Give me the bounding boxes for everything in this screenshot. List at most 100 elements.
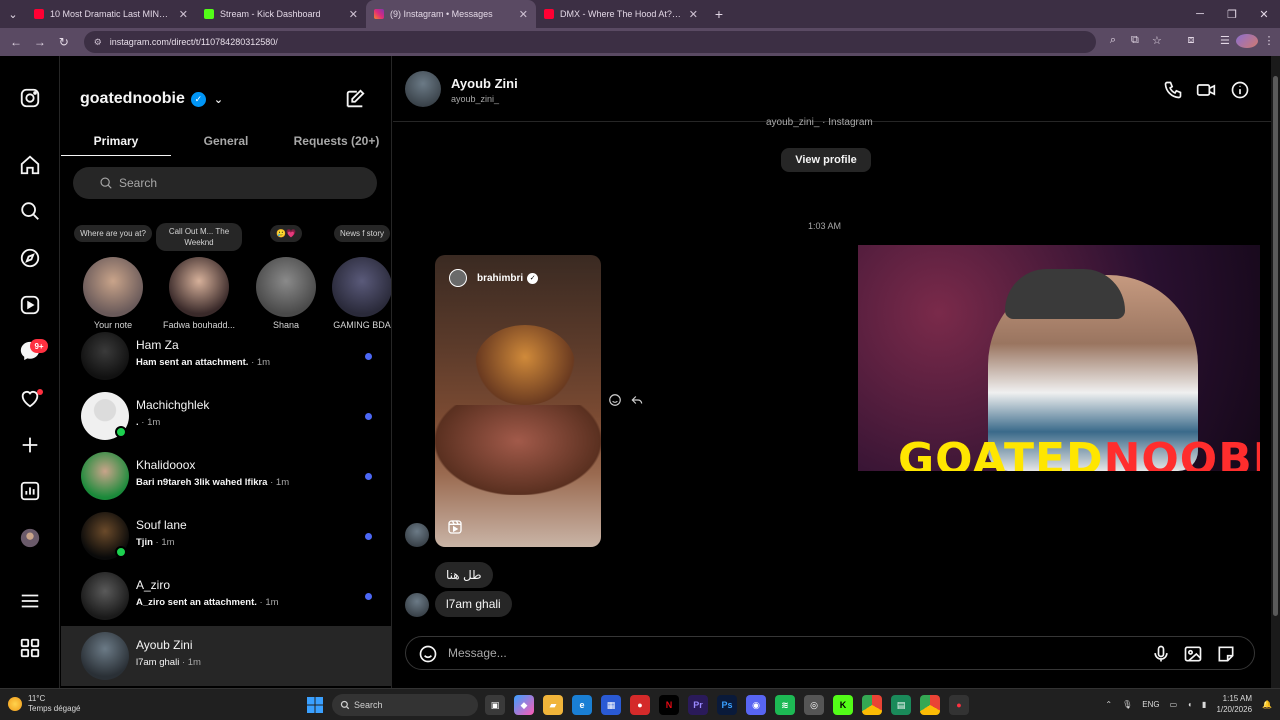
browser-tab-2[interactable]: Stream - Kick Dashboard ✕ [196,0,366,28]
scrollbar-thumb[interactable] [1273,76,1278,616]
chat-name[interactable]: Ayoub Zini [451,76,518,91]
note-item[interactable]: Where are you at? Your note [68,223,158,330]
message-bubble[interactable]: طل هنا [435,562,493,588]
battery-icon[interactable]: ▮ [1202,700,1206,709]
browser-tab-1[interactable]: 10 Most Dramatic Last MINUTE ✕ [26,0,196,28]
emoji-icon[interactable] [418,644,438,664]
mic-tray-icon[interactable]: 🎙 [1122,700,1132,709]
avatar [332,257,391,317]
language-indicator[interactable]: ENG [1142,700,1159,709]
chrome-profile-icon[interactable] [920,695,940,715]
tab-close-icon[interactable]: ✕ [519,8,528,21]
profile-chip[interactable] [1235,33,1258,51]
browser-menu-icon[interactable]: ⋮ [1258,34,1280,51]
reply-icon[interactable] [630,393,644,407]
conversation-row-selected[interactable]: Ayoub Zini l7am ghali · 1m [61,626,391,686]
search-icon[interactable] [18,199,42,223]
photoshop-icon[interactable]: Ps [717,695,737,715]
kick-icon[interactable]: K [833,695,853,715]
tray-chevron-icon[interactable]: ⌃ [1105,700,1112,709]
conversation-name: Ham Za [136,338,179,352]
new-message-icon[interactable] [344,88,366,110]
windows-start-icon[interactable] [307,697,323,713]
notification-bell-icon[interactable]: 🔔 [1262,700,1272,709]
browser-tab-3[interactable]: (9) Instagram • Messages ✕ [366,0,536,28]
spotify-icon[interactable]: ≋ [775,695,795,715]
sheets-icon[interactable]: ▤ [891,695,911,715]
minimize-icon[interactable]: ─ [1184,0,1216,28]
info-icon[interactable] [1230,80,1250,100]
sender-avatar[interactable] [405,523,429,547]
conversation-row[interactable]: Ham Za Ham sent an attachment. · 1m [61,326,391,386]
profile-icon[interactable] [18,526,42,550]
cast-icon[interactable]: ⧉ [1124,34,1146,51]
new-tab-button[interactable]: + [706,6,732,22]
task-view-icon[interactable]: ▣ [485,695,505,715]
account-switcher[interactable]: goatednoobie ✓ ⌄ [80,90,223,108]
site-info-icon[interactable]: ⚙ [94,37,102,48]
instagram-logo-icon[interactable] [18,86,42,110]
zoom-icon[interactable]: ⌕ [1102,34,1124,51]
close-window-icon[interactable]: ✕ [1248,0,1280,28]
conversation-row[interactable]: Khalidooox Bari n9tareh 3lik wahed lfikr… [61,446,391,506]
browser-tab-4[interactable]: DMX - Where The Hood At? (D ✕ [536,0,706,28]
weather-widget[interactable]: 11°C Temps dégagé [8,694,80,714]
forward-icon[interactable]: → [28,35,52,49]
tab-primary[interactable]: Primary [61,126,171,156]
taskbar-search[interactable]: Search [332,694,478,716]
store-icon[interactable]: ▦ [601,695,621,715]
clock[interactable]: 1:15 AM 1/20/2026 [1216,693,1252,715]
chat-scrollbar[interactable] [1271,56,1280,688]
chrome-icon[interactable] [862,695,882,715]
bookmark-star-icon[interactable]: ☆ [1146,34,1168,51]
dashboard-icon[interactable] [18,479,42,503]
message-bubble[interactable]: l7am ghali [435,591,512,617]
view-profile-button[interactable]: View profile [781,148,871,172]
app-icon[interactable]: ◎ [804,695,824,715]
tab-close-icon[interactable]: ✕ [179,8,188,21]
tab-search-icon[interactable]: ⌄ [0,0,26,28]
discord-icon[interactable]: ◉ [746,695,766,715]
sender-avatar[interactable] [405,593,429,617]
reload-icon[interactable]: ↻ [52,35,76,49]
tab-general[interactable]: General [171,126,281,156]
avatar[interactable] [405,71,441,107]
phone-call-icon[interactable] [1163,80,1183,100]
obs-icon[interactable]: ● [630,695,650,715]
conversation-row[interactable]: Souf lane Tjin · 1m [61,506,391,566]
home-icon[interactable] [18,153,42,177]
tab-requests[interactable]: Requests (20+) [281,126,391,156]
conversation-row[interactable]: A_ziro A_ziro sent an attachment. · 1m [61,566,391,626]
tab-close-icon[interactable]: ✕ [689,8,698,21]
volume-icon[interactable]: ◖ [1187,700,1192,709]
menu-icon[interactable] [18,589,42,613]
search-input[interactable]: Search [73,167,377,199]
note-item[interactable]: News f story GAMING BDA [317,223,391,330]
react-emoji-icon[interactable] [608,393,622,407]
premiere-icon[interactable]: Pr [688,695,708,715]
reels-icon[interactable] [18,293,42,317]
create-icon[interactable] [18,433,42,457]
more-icon[interactable] [18,636,42,660]
video-call-icon[interactable] [1196,80,1216,100]
explore-icon[interactable] [18,246,42,270]
tab-close-icon[interactable]: ✕ [349,8,358,21]
extensions-icon[interactable]: ⧈ [1180,34,1202,51]
back-icon[interactable]: ← [4,35,28,49]
netflix-icon[interactable]: N [659,695,679,715]
url-field[interactable]: ⚙ instagram.com/direct/t/110784280312580… [83,31,1096,53]
note-item[interactable]: Call Out M... The Weeknd Fadwa bouhadd..… [154,223,244,330]
image-icon[interactable] [1183,644,1203,664]
recording-icon[interactable]: ● [949,695,969,715]
file-explorer-icon[interactable]: ▰ [543,695,563,715]
microphone-icon[interactable] [1151,644,1171,664]
network-icon[interactable]: ▭ [1170,700,1178,709]
shared-reel[interactable]: brahimbri ✓ [435,255,601,547]
reading-list-icon[interactable]: ☰ [1214,34,1236,51]
edge-icon[interactable]: e [572,695,592,715]
copilot-icon[interactable]: ◆ [514,695,534,715]
message-input[interactable] [448,642,1128,664]
maximize-icon[interactable]: ❐ [1216,0,1248,28]
conversation-row[interactable]: Machichghlek . · 1m [61,386,391,446]
sticker-icon[interactable] [1216,644,1236,664]
